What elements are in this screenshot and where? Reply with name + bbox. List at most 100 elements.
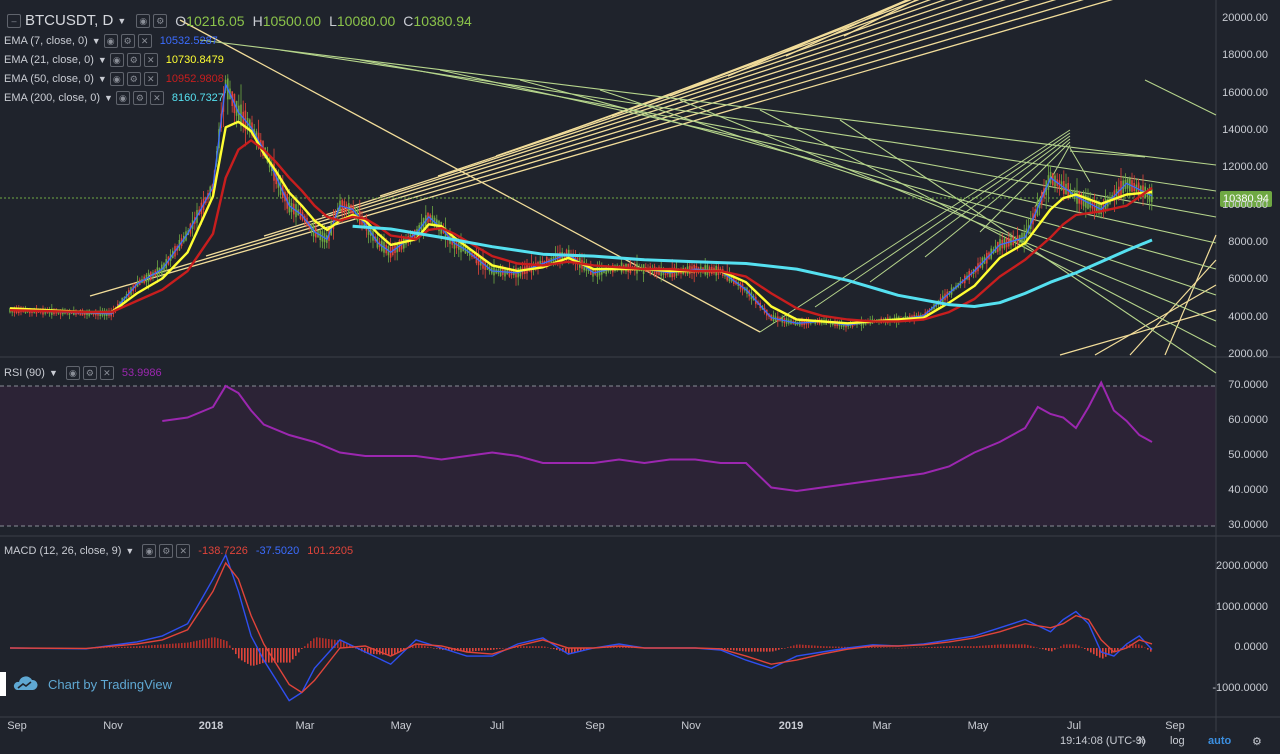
tradingview-branding[interactable]: Chart by TradingView <box>12 676 172 692</box>
macd-bar <box>733 648 735 651</box>
rsi-label[interactable]: RSI (90) <box>4 367 45 379</box>
macd-bar <box>976 646 978 648</box>
macd-bar <box>1057 647 1059 649</box>
settings-icon[interactable]: ⚙ <box>82 366 97 380</box>
macd-bar <box>931 646 933 648</box>
eye-icon[interactable]: ◉ <box>109 72 124 86</box>
chevron-down-icon[interactable]: ▼ <box>98 74 107 84</box>
macd-bar <box>298 648 300 653</box>
eye-icon[interactable]: ◉ <box>136 13 151 28</box>
clock-readout[interactable]: 19:14:08 (UTC-3) <box>1060 735 1146 747</box>
symbol-title[interactable]: BTCUSDT, D <box>25 12 113 29</box>
macd-bar <box>418 644 420 648</box>
macd-bar <box>907 647 909 649</box>
macd-bar <box>526 646 528 648</box>
macd-bar <box>187 642 189 648</box>
macd-bar <box>1024 644 1026 648</box>
ema-21-legend[interactable]: EMA (21, close, 0) ▼ ◉ ⚙ ✕ 10730.8479 <box>4 53 224 67</box>
close-icon[interactable]: ✕ <box>143 53 158 67</box>
macd-bar <box>1030 645 1032 648</box>
macd-bar <box>163 644 165 648</box>
rsi-legend[interactable]: RSI (90) ▼ ◉ ⚙ ✕ 53.9986 <box>4 366 162 380</box>
macd-bar <box>1078 645 1080 648</box>
macd-bar <box>790 646 792 648</box>
macd-bar <box>505 647 507 649</box>
chevron-down-icon[interactable]: ▼ <box>125 546 134 556</box>
eye-icon[interactable]: ◉ <box>65 366 80 380</box>
macd-bar <box>979 645 981 648</box>
ema-21-label[interactable]: EMA (21, close, 0) <box>4 54 94 66</box>
macd-bar <box>793 645 795 648</box>
chart-canvas[interactable] <box>0 0 1280 754</box>
close-icon[interactable]: ✕ <box>99 366 114 380</box>
macd-bar <box>193 641 195 648</box>
macd-bar <box>535 646 537 648</box>
macd-bar <box>796 644 798 648</box>
eye-icon[interactable]: ◉ <box>103 34 118 48</box>
macd-bar <box>253 648 255 666</box>
settings-icon[interactable]: ⚙ <box>126 53 141 67</box>
ema-50-legend[interactable]: EMA (50, close, 0) ▼ ◉ ⚙ ✕ 10952.9808 <box>4 72 224 86</box>
macd-bar <box>208 638 210 648</box>
settings-icon[interactable]: ⚙ <box>1252 735 1262 748</box>
ema-7-label[interactable]: EMA (7, close, 0) <box>4 35 88 47</box>
time-tick-label: Sep <box>1165 720 1185 732</box>
price-tick-label: 4000.00 <box>1228 310 1268 323</box>
chevron-down-icon[interactable]: ▼ <box>98 55 107 65</box>
macd-bar <box>772 648 774 652</box>
macd-bar <box>1141 645 1143 648</box>
macd-bar <box>769 648 771 652</box>
collapse-icon[interactable]: – <box>7 13 21 28</box>
settings-icon[interactable]: ⚙ <box>153 13 168 28</box>
close-icon[interactable]: ✕ <box>176 544 191 558</box>
symbol-header: – BTCUSDT, D ▼ ◉ ⚙ O 10216.05 H 10500.00… <box>4 12 472 29</box>
macd-bar <box>805 644 807 648</box>
macd-bar <box>118 646 120 648</box>
price-tick-label: 12000.00 <box>1222 161 1268 174</box>
ema-200-legend[interactable]: EMA (200, close, 0) ▼ ◉ ⚙ ✕ 8160.7327 <box>4 91 224 105</box>
settings-icon[interactable]: ⚙ <box>132 91 147 105</box>
settings-icon[interactable]: ⚙ <box>126 72 141 86</box>
macd-bar <box>1051 648 1053 652</box>
macd-bar <box>124 646 126 648</box>
macd-bar <box>262 648 264 664</box>
eye-icon[interactable]: ◉ <box>115 91 130 105</box>
macd-bar <box>532 646 534 648</box>
macd-bar <box>547 647 549 648</box>
time-tick-label: Nov <box>681 720 701 732</box>
macd-bar <box>961 646 963 648</box>
macd-bar <box>427 646 429 648</box>
branding-text[interactable]: Chart by TradingView <box>48 677 172 692</box>
macd-bar <box>880 647 882 648</box>
macd-bar <box>1135 644 1137 648</box>
macd-bar <box>106 647 108 649</box>
eye-icon[interactable]: ◉ <box>109 53 124 67</box>
macd-bar <box>388 648 390 656</box>
settings-icon[interactable]: ⚙ <box>120 34 135 48</box>
macd-bar <box>925 647 927 648</box>
macd-label[interactable]: MACD (12, 26, close, 9) <box>4 545 121 557</box>
chevron-down-icon[interactable]: ▼ <box>104 93 113 103</box>
macd-legend[interactable]: MACD (12, 26, close, 9) ▼ ◉ ⚙ ✕ -138.722… <box>4 544 353 558</box>
auto-toggle[interactable]: auto <box>1208 735 1231 747</box>
chevron-down-icon[interactable]: ▼ <box>92 36 101 46</box>
high-value: 10500.00 <box>262 12 322 29</box>
close-icon[interactable]: ✕ <box>149 91 164 105</box>
chevron-down-icon[interactable]: ▼ <box>117 16 126 26</box>
chevron-down-icon[interactable]: ▼ <box>49 368 58 378</box>
macd-bar <box>763 648 765 652</box>
ema-200-label[interactable]: EMA (200, close, 0) <box>4 92 100 104</box>
ema-7-legend[interactable]: EMA (7, close, 0) ▼ ◉ ⚙ ✕ 10532.5287 <box>4 34 218 48</box>
macd-bar <box>205 638 207 648</box>
macd-bar <box>292 648 294 660</box>
log-toggle[interactable]: log <box>1170 735 1185 747</box>
percent-toggle[interactable]: % <box>1136 735 1146 747</box>
eye-icon[interactable]: ◉ <box>142 544 157 558</box>
macd-bar <box>895 647 897 649</box>
close-icon[interactable]: ✕ <box>137 34 152 48</box>
macd-bar <box>1012 644 1014 648</box>
ema-50-label[interactable]: EMA (50, close, 0) <box>4 73 94 85</box>
macd-bar <box>787 647 789 648</box>
close-icon[interactable]: ✕ <box>143 72 158 86</box>
settings-icon[interactable]: ⚙ <box>159 544 174 558</box>
